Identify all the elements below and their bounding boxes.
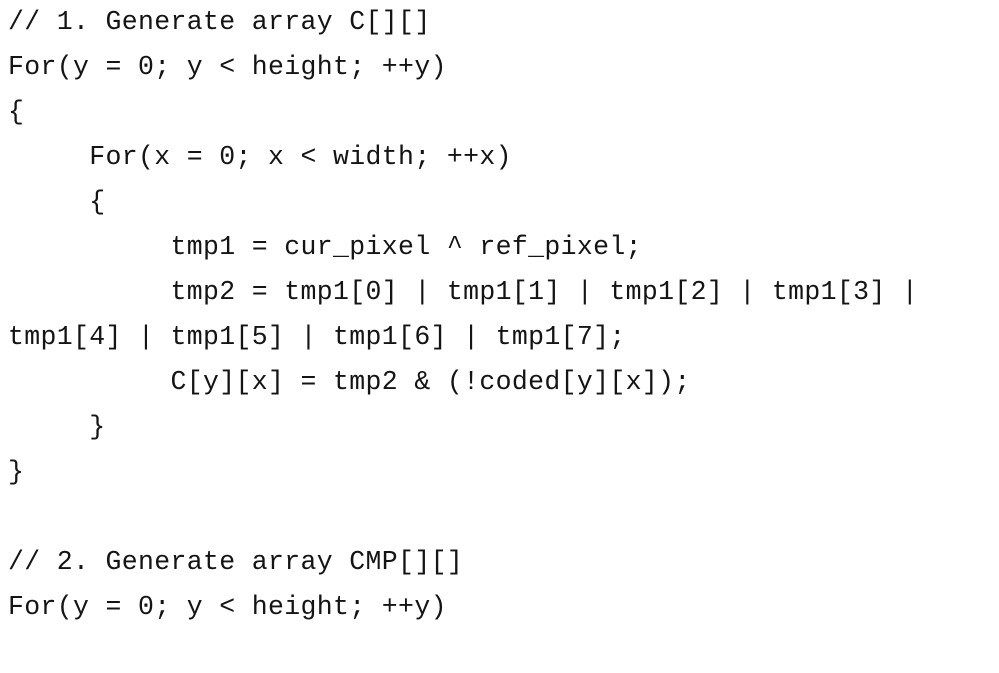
code-line-c-array-assignment: C[y][x] = tmp2 & (!coded[y][x]); — [8, 367, 691, 397]
code-listing: // 1. Generate array C[][] For(y = 0; y … — [0, 0, 999, 673]
code-line-close-brace-outer: } — [8, 457, 25, 487]
code-line-for-y-loop-header: For(y = 0; y < height; ++y) — [8, 52, 447, 82]
code-line-for-x-loop-header: For(x = 0; x < width; ++x) — [8, 142, 512, 172]
code-line-close-brace-inner: } — [8, 412, 106, 442]
code-line-comment-generate-array-c: // 1. Generate array C[][] — [8, 7, 431, 37]
code-line-tmp2-assignment: tmp2 = tmp1[0] | tmp1[1] | tmp1[2] | tmp… — [8, 277, 919, 307]
code-line-open-brace-outer: { — [8, 97, 25, 127]
code-line-blank-separator — [0, 495, 999, 540]
code-line-tmp2-assignment-wrapped: tmp1[4] | tmp1[5] | tmp1[6] | tmp1[7]; — [8, 322, 626, 352]
code-line-open-brace-inner: { — [8, 187, 106, 217]
code-line-for-y-loop-header-second: For(y = 0; y < height; ++y) — [8, 592, 447, 622]
code-line-tmp1-assignment: tmp1 = cur_pixel ^ ref_pixel; — [8, 232, 642, 262]
code-line-comment-generate-array-cmp: // 2. Generate array CMP[][] — [8, 547, 464, 577]
